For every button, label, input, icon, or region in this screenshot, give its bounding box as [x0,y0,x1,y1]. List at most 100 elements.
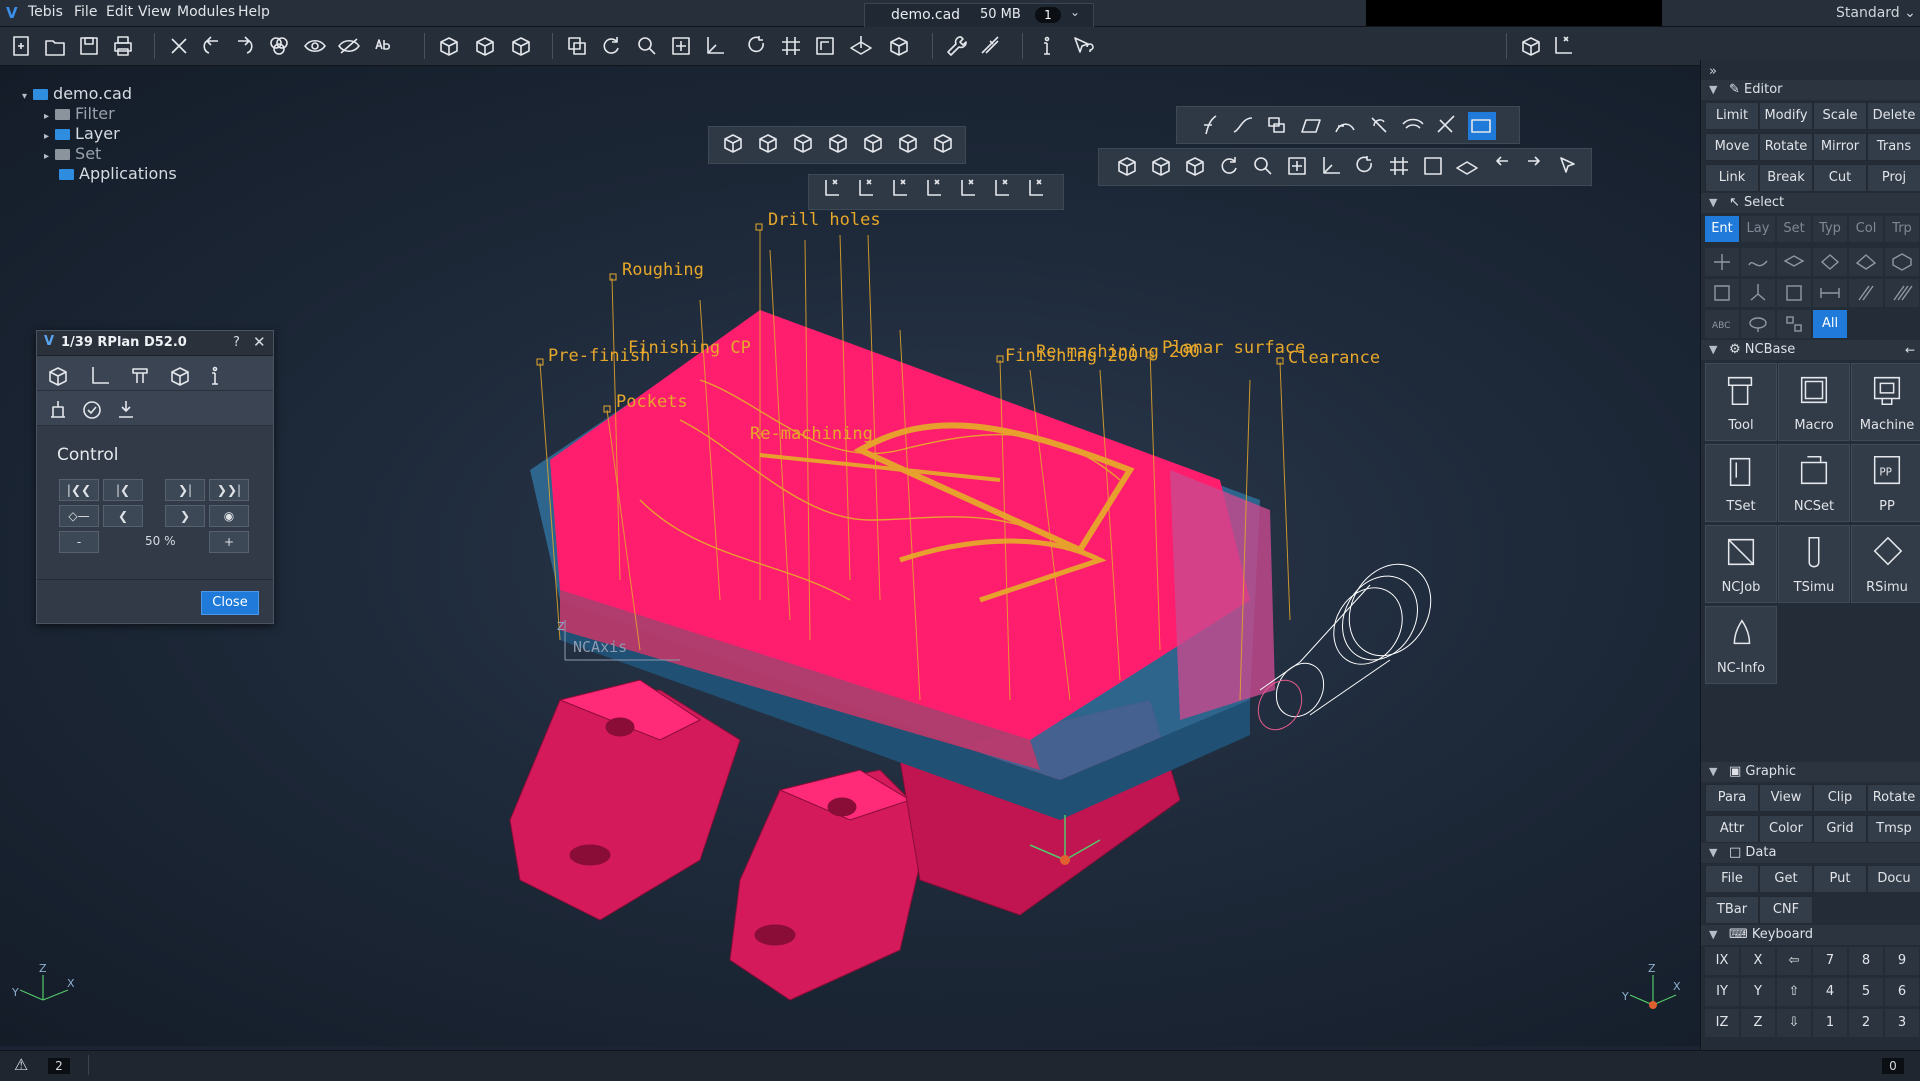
tree-item-layer[interactable]: ▸ Layer [44,124,120,143]
play-back-button[interactable]: ❮ [103,505,143,527]
close-icon[interactable]: ✕ [253,333,266,351]
ncbase-tile-pp[interactable]: PP PP [1851,444,1920,522]
key-1-5[interactable]: 6 [1885,978,1919,1006]
ncbase-tile-ncjob[interactable]: NCJob [1705,525,1777,603]
view-cube-icon[interactable] [860,130,888,158]
editor-button-delete[interactable]: Delete [1867,102,1920,130]
editor-button-rotate[interactable]: Rotate [1759,133,1813,161]
view-tool-icon[interactable] [1148,153,1176,181]
select-filter-icon[interactable] [1885,279,1919,307]
layers-icon[interactable] [266,33,292,59]
box-icon[interactable] [1518,33,1544,59]
axis-orientation-icon[interactable] [1022,176,1050,204]
text-icon[interactable] [372,33,398,59]
view-tool-icon[interactable] [1556,153,1584,181]
cube-front-icon[interactable] [436,33,462,59]
menu-help[interactable]: Help [238,4,270,20]
cube-side-icon[interactable] [472,33,498,59]
select-tab-col[interactable]: Col [1849,216,1883,242]
key-1-2[interactable]: ⇧ [1777,978,1811,1006]
data-button-tbar[interactable]: TBar [1705,896,1759,924]
select-filter-icon[interactable] [1741,248,1775,276]
ncbase-tile-tset[interactable]: TSet [1705,444,1777,522]
ncbase-tile-rsimu[interactable]: RSimu [1851,525,1920,603]
frame-icon[interactable] [812,33,838,59]
marker-button[interactable]: ◇— [59,505,99,527]
axis-icon[interactable] [702,33,728,59]
curve-tool-icon[interactable] [1298,112,1326,140]
grid-icon[interactable] [778,33,804,59]
save-icon[interactable] [76,33,102,59]
delete-icon[interactable] [166,33,192,59]
menu-modules[interactable]: Modules [177,4,235,20]
help-icon[interactable]: ? [233,335,240,350]
editor-button-limit[interactable]: Limit [1705,102,1759,130]
data-button-put[interactable]: Put [1813,865,1867,893]
tool-holder-icon[interactable] [127,363,153,389]
axis-orientation-icon[interactable] [852,176,880,204]
select-tab-set[interactable]: Set [1777,216,1811,242]
axis-orientation-icon[interactable] [988,176,1016,204]
key-1-4[interactable]: 5 [1849,978,1883,1006]
editor-button-break[interactable]: Break [1759,164,1813,192]
stop-button[interactable]: ◉ [209,505,249,527]
chevron-down-icon[interactable]: ⌄ [1070,5,1080,19]
check-icon[interactable] [79,397,105,423]
plane-icon[interactable] [848,33,874,59]
view-tool-icon[interactable] [1284,153,1312,181]
command-field[interactable] [1366,0,1662,26]
key-0-3[interactable]: 7 [1813,947,1847,975]
notification-icon[interactable]: ⚠ [14,1055,28,1074]
select-filter-icon[interactable]: ABC [1705,310,1739,338]
editor-header[interactable]: ▼ ✎ Editor [1701,80,1920,100]
cube-top-icon[interactable] [508,33,534,59]
speed-minus-button[interactable]: - [59,531,99,553]
select-filter-icon[interactable] [1849,248,1883,276]
view-cube-icon[interactable] [895,130,923,158]
view-cube-icon[interactable] [720,130,748,158]
view-tool-icon[interactable] [1352,153,1380,181]
view-tool-icon[interactable] [1216,153,1244,181]
select-tab-trp[interactable]: Trp [1885,216,1919,242]
fit-icon[interactable] [668,33,694,59]
dialog-titlebar[interactable]: V 1/39 RPlan D52.0 ? ✕ [37,331,273,356]
curve-tool-icon[interactable] [1196,112,1224,140]
view-tool-icon[interactable] [1454,153,1482,181]
graphic-button-grid[interactable]: Grid [1813,815,1867,843]
open-file-icon[interactable] [42,33,68,59]
graphic-button-para[interactable]: Para [1705,784,1759,812]
keyboard-header[interactable]: ▼ ⌨ Keyboard [1701,925,1920,945]
ncbase-tile-ncset[interactable]: NCSet [1778,444,1850,522]
hide-icon[interactable] [336,33,362,59]
select-filter-icon[interactable] [1849,279,1883,307]
axis-orientation-icon[interactable] [886,176,914,204]
redo-icon[interactable] [232,33,258,59]
print-icon[interactable] [110,33,136,59]
editor-button-move[interactable]: Move [1705,133,1759,161]
select-filter-icon[interactable] [1777,279,1811,307]
axis-orientation-icon[interactable] [818,176,846,204]
select-filter-icon[interactable] [1777,248,1811,276]
curve-tool-icon[interactable] [1468,112,1496,140]
editor-button-proj[interactable]: Proj [1867,164,1920,192]
select-filter-icon[interactable] [1813,248,1847,276]
key-2-5[interactable]: 3 [1885,1009,1919,1037]
graphic-button-attr[interactable]: Attr [1705,815,1759,843]
curve-tool-icon[interactable] [1264,112,1292,140]
select-tab-ent[interactable]: Ent [1705,216,1739,242]
view-cube-icon[interactable] [825,130,853,158]
ncbase-tile-machine[interactable]: Machine [1851,363,1920,441]
undo-icon[interactable] [198,33,224,59]
select-filter-icon[interactable] [1885,248,1919,276]
graphic-button-color[interactable]: Color [1759,815,1813,843]
view-cube-icon[interactable] [790,130,818,158]
axis-icon[interactable] [87,363,113,389]
stock-icon[interactable] [167,363,193,389]
key-0-4[interactable]: 8 [1849,947,1883,975]
simulation-icon[interactable] [45,363,71,389]
editor-button-mirror[interactable]: Mirror [1813,133,1867,161]
step-forward-button[interactable]: ❯| [165,479,205,501]
view-tool-icon[interactable] [1522,153,1550,181]
key-0-1[interactable]: X [1741,947,1775,975]
data-button-cnf[interactable]: CNF [1759,896,1813,924]
